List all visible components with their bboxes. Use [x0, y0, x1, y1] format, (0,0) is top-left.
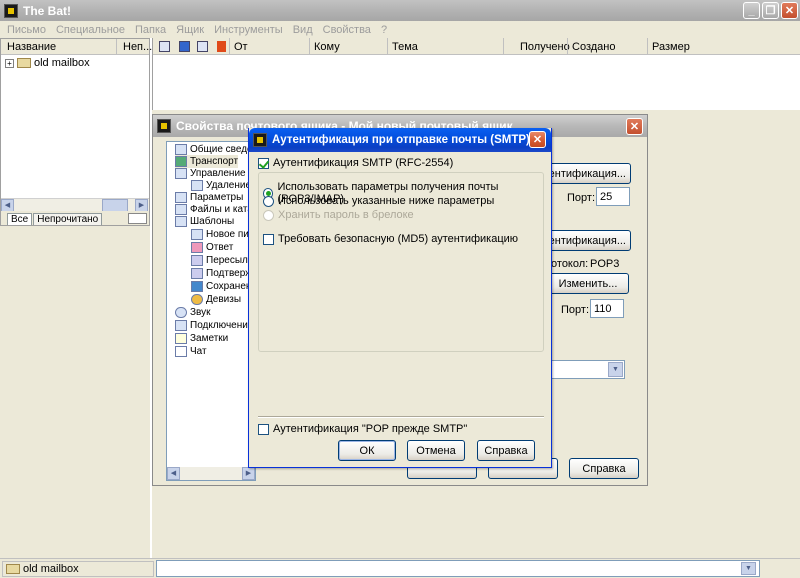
attachment-icon — [197, 41, 208, 52]
ok-button[interactable]: ОК — [338, 440, 396, 461]
separator — [258, 416, 544, 418]
help-button[interactable]: Справка — [477, 440, 535, 461]
menu-help[interactable]: ? — [376, 24, 392, 36]
radio-store-password-keyring: Хранить пароль в брелоке — [263, 209, 414, 221]
tab-unread[interactable]: Непрочитано — [33, 213, 103, 225]
message-list: От Кому Тема Получено Создано Размер — [152, 38, 800, 110]
radio-unselected-icon[interactable] — [263, 195, 274, 207]
smtp-auth-title: Аутентификация при отправке почты (SMTP) — [272, 134, 530, 146]
checkbox-unchecked-icon[interactable] — [258, 423, 269, 435]
column-size[interactable]: Размер — [647, 38, 800, 55]
tree-item-forward[interactable]: Пересылка — [191, 254, 255, 267]
checkbox-checked-icon[interactable] — [258, 157, 269, 169]
smtp-auth-checkbox[interactable]: Аутентификация SMTP (RFC-2554) — [258, 157, 453, 169]
menu-letter[interactable]: Письмо — [2, 24, 51, 36]
tree-scroll-right-icon[interactable]: ▶ — [242, 467, 255, 480]
tree-item-notes[interactable]: Заметки — [175, 332, 228, 345]
dialog-app-icon — [157, 119, 171, 133]
main-title-bar[interactable]: The Bat! _ ❐ ✕ — [0, 0, 800, 21]
tree-item-reply[interactable]: Ответ — [191, 241, 233, 254]
maximize-button[interactable]: ❐ — [762, 2, 779, 19]
radio-disabled-icon — [263, 209, 274, 221]
radio-store-password-keyring-label: Хранить пароль в брелоке — [278, 209, 414, 221]
menu-bar: Письмо Специальное Папка Ящик Инструмент… — [0, 21, 800, 38]
tab-all[interactable]: Все — [7, 213, 33, 225]
column-received[interactable]: Получено — [503, 38, 570, 55]
column-unread[interactable]: Неп... — [117, 39, 152, 54]
expand-icon[interactable]: + — [5, 58, 14, 68]
smtp-dialog-app-icon — [253, 133, 267, 147]
envelope-icon — [159, 41, 170, 52]
pop-before-smtp-checkbox-label: Аутентификация "POP прежде SMTP" — [273, 423, 468, 435]
mailbox-icon — [6, 564, 20, 574]
tab-scroll-icon[interactable] — [128, 213, 147, 224]
chevron-down-icon[interactable]: ▼ — [741, 562, 756, 575]
folder-pane: Название Неп... + old mailbox ◀ ▶ Все Не… — [0, 38, 152, 226]
status-bar: old mailbox ▼ — [0, 558, 800, 578]
folder-label: old mailbox — [34, 57, 90, 69]
protocol-value: POP3 — [590, 258, 620, 270]
change-button[interactable]: Изменить... — [547, 273, 629, 294]
minimize-button[interactable]: _ — [743, 2, 760, 19]
tree-scroll-left-icon[interactable]: ◀ — [167, 467, 180, 480]
folder-icon — [17, 58, 31, 68]
folder-column-header: Название Неп... — [1, 39, 152, 55]
flag-icon — [217, 41, 226, 52]
message-list-header: От Кому Тема Получено Создано Размер — [153, 38, 800, 55]
folder-item-old-mailbox[interactable]: + old mailbox — [1, 55, 149, 71]
tree-item-sound[interactable]: Звук — [175, 306, 211, 319]
menu-folder[interactable]: Папка — [130, 24, 171, 36]
radio-use-custom-params-label: Использовать указанные ниже параметры — [278, 195, 495, 207]
pop-port-label: Порт: — [561, 304, 589, 316]
menu-tools[interactable]: Инструменты — [209, 24, 288, 36]
tree-item-chat[interactable]: Чат — [175, 345, 207, 358]
smtp-auth-dialog: Аутентификация при отправке почты (SMTP)… — [248, 128, 552, 468]
smtp-auth-button[interactable]: Аутентификация... — [531, 163, 631, 184]
tree-item-connection[interactable]: Подключение — [175, 319, 253, 332]
properties-help-button[interactable]: Справка — [569, 458, 639, 479]
smtp-port-label: Порт: — [567, 192, 595, 204]
tree-item-confirmation[interactable]: Подтверждение — [191, 267, 255, 280]
pop-before-smtp-checkbox[interactable]: Аутентификация "POP прежде SMTP" — [258, 423, 467, 435]
column-subject[interactable]: Тема — [387, 38, 503, 55]
tree-horizontal-scrollbar[interactable]: ◀ ▶ — [167, 467, 255, 480]
menu-special[interactable]: Специальное — [51, 24, 130, 36]
menu-view[interactable]: Вид — [288, 24, 318, 36]
md5-auth-checkbox[interactable]: Требовать безопасную (MD5) аутентификаци… — [263, 233, 518, 245]
pop-port-input[interactable]: 110 — [590, 299, 624, 318]
status-address-combo[interactable] — [156, 560, 760, 577]
radio-use-custom-params[interactable]: Использовать указанные ниже параметры — [263, 195, 494, 207]
tree-item-mottos[interactable]: Девизы — [191, 293, 241, 306]
smtp-auth-close-button[interactable]: ✕ — [529, 131, 546, 148]
left-empty-area — [0, 226, 150, 558]
mailbox-properties-close-button[interactable]: ✕ — [626, 118, 643, 135]
cancel-button[interactable]: Отмена — [407, 440, 465, 461]
menu-properties[interactable]: Свойства — [318, 24, 376, 36]
smtp-auth-checkbox-label: Аутентификация SMTP (RFC-2554) — [273, 157, 454, 169]
md5-auth-checkbox-label: Требовать безопасную (MD5) аутентификаци… — [278, 233, 519, 245]
select-chevron-down-icon[interactable]: ▼ — [608, 362, 623, 377]
column-created[interactable]: Создано — [567, 38, 647, 55]
smtp-port-input[interactable]: 25 — [596, 187, 630, 206]
smtp-auth-title-bar[interactable]: Аутентификация при отправке почты (SMTP) — [249, 128, 551, 152]
tree-item-templates[interactable]: Шаблоны — [175, 215, 234, 228]
close-button[interactable]: ✕ — [781, 2, 798, 19]
tree-item-save[interactable]: Сохранение — [191, 280, 255, 293]
app-title: The Bat! — [23, 3, 71, 18]
column-from[interactable]: От — [229, 38, 309, 55]
status-mailbox-label: old mailbox — [23, 563, 79, 575]
status-mailbox: old mailbox — [2, 561, 154, 577]
properties-tree: Общие сведения Транспорт Управление почт… — [166, 141, 256, 481]
column-to[interactable]: Кому — [309, 38, 387, 55]
column-name[interactable]: Название — [1, 39, 117, 54]
tree-item-new-letter[interactable]: Новое письмо — [191, 228, 255, 241]
the-bat-app-icon — [4, 3, 18, 18]
menu-mailbox[interactable]: Ящик — [171, 24, 209, 36]
folder-tabs: Все Непрочитано — [1, 211, 149, 225]
priority-icon — [179, 41, 190, 52]
checkbox-unchecked-icon[interactable] — [263, 233, 274, 245]
properties-select[interactable]: ▼ — [551, 360, 625, 379]
folder-horizontal-scrollbar[interactable]: ◀ ▶ — [1, 198, 149, 212]
pop-auth-button[interactable]: Аутентификация... — [531, 230, 631, 251]
